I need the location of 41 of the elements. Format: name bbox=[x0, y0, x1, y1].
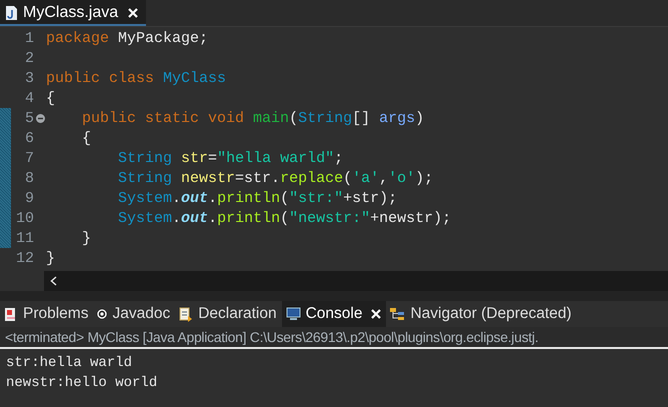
process-status: <terminated> MyClass [Java Application] C:\Users\26913\.p2\pool\plugins\org.eclipse.justj. bbox=[0, 327, 668, 349]
code-line: } bbox=[46, 250, 56, 266]
code-line: package MyPackage; bbox=[46, 30, 208, 46]
close-icon[interactable] bbox=[128, 8, 138, 18]
code-line: String str="hella warld"; bbox=[117, 150, 344, 166]
hierarchy-icon bbox=[390, 308, 406, 320]
document-icon bbox=[179, 306, 194, 322]
console-output: newstr:hello world bbox=[6, 374, 158, 393]
line-number: 5 bbox=[24, 110, 34, 126]
panel-tab[interactable]: Console bbox=[282, 301, 386, 327]
line-number: 7 bbox=[24, 150, 34, 166]
line-number: 9 bbox=[24, 190, 34, 206]
collapse-icon[interactable] bbox=[36, 114, 44, 122]
scroll-left-icon[interactable] bbox=[50, 276, 57, 286]
panel-tab[interactable]: Declaration bbox=[175, 301, 282, 327]
line-number: 3 bbox=[24, 70, 34, 86]
monitor-icon bbox=[286, 307, 301, 321]
line-number: 1 bbox=[24, 30, 34, 46]
code-line: public class MyClass bbox=[46, 70, 226, 86]
line-number: 6 bbox=[24, 130, 34, 146]
panel-tab[interactable]: Javadoc bbox=[93, 301, 176, 327]
problems-icon bbox=[4, 306, 18, 322]
java-file-icon bbox=[6, 6, 17, 20]
code-line: { bbox=[81, 130, 92, 146]
line-number: 11 bbox=[14, 230, 34, 246]
line-number: 8 bbox=[24, 170, 34, 186]
line-number: 10 bbox=[14, 210, 34, 226]
code-line: System.out.println("newstr:"+newstr); bbox=[117, 210, 452, 226]
line-number: 4 bbox=[24, 90, 34, 106]
panel-tab[interactable]: Problems bbox=[0, 301, 94, 327]
close-icon[interactable] bbox=[371, 309, 382, 319]
editor-tab[interactable]: MyClass.java bbox=[0, 0, 146, 26]
code-line: { bbox=[46, 90, 56, 106]
code-line: String newstr=str.replace('a','o'); bbox=[117, 170, 434, 186]
code-line: System.out.println("str:"+str); bbox=[117, 190, 398, 206]
line-number: 12 bbox=[14, 250, 34, 266]
console-output: str:hella warld bbox=[6, 354, 134, 373]
code-line: public static void main(String[] args) bbox=[81, 110, 424, 126]
code-line: } bbox=[81, 230, 92, 246]
line-number: 2 bbox=[24, 50, 34, 66]
panel-tab[interactable]: Navigator (Deprecated) bbox=[386, 301, 577, 327]
